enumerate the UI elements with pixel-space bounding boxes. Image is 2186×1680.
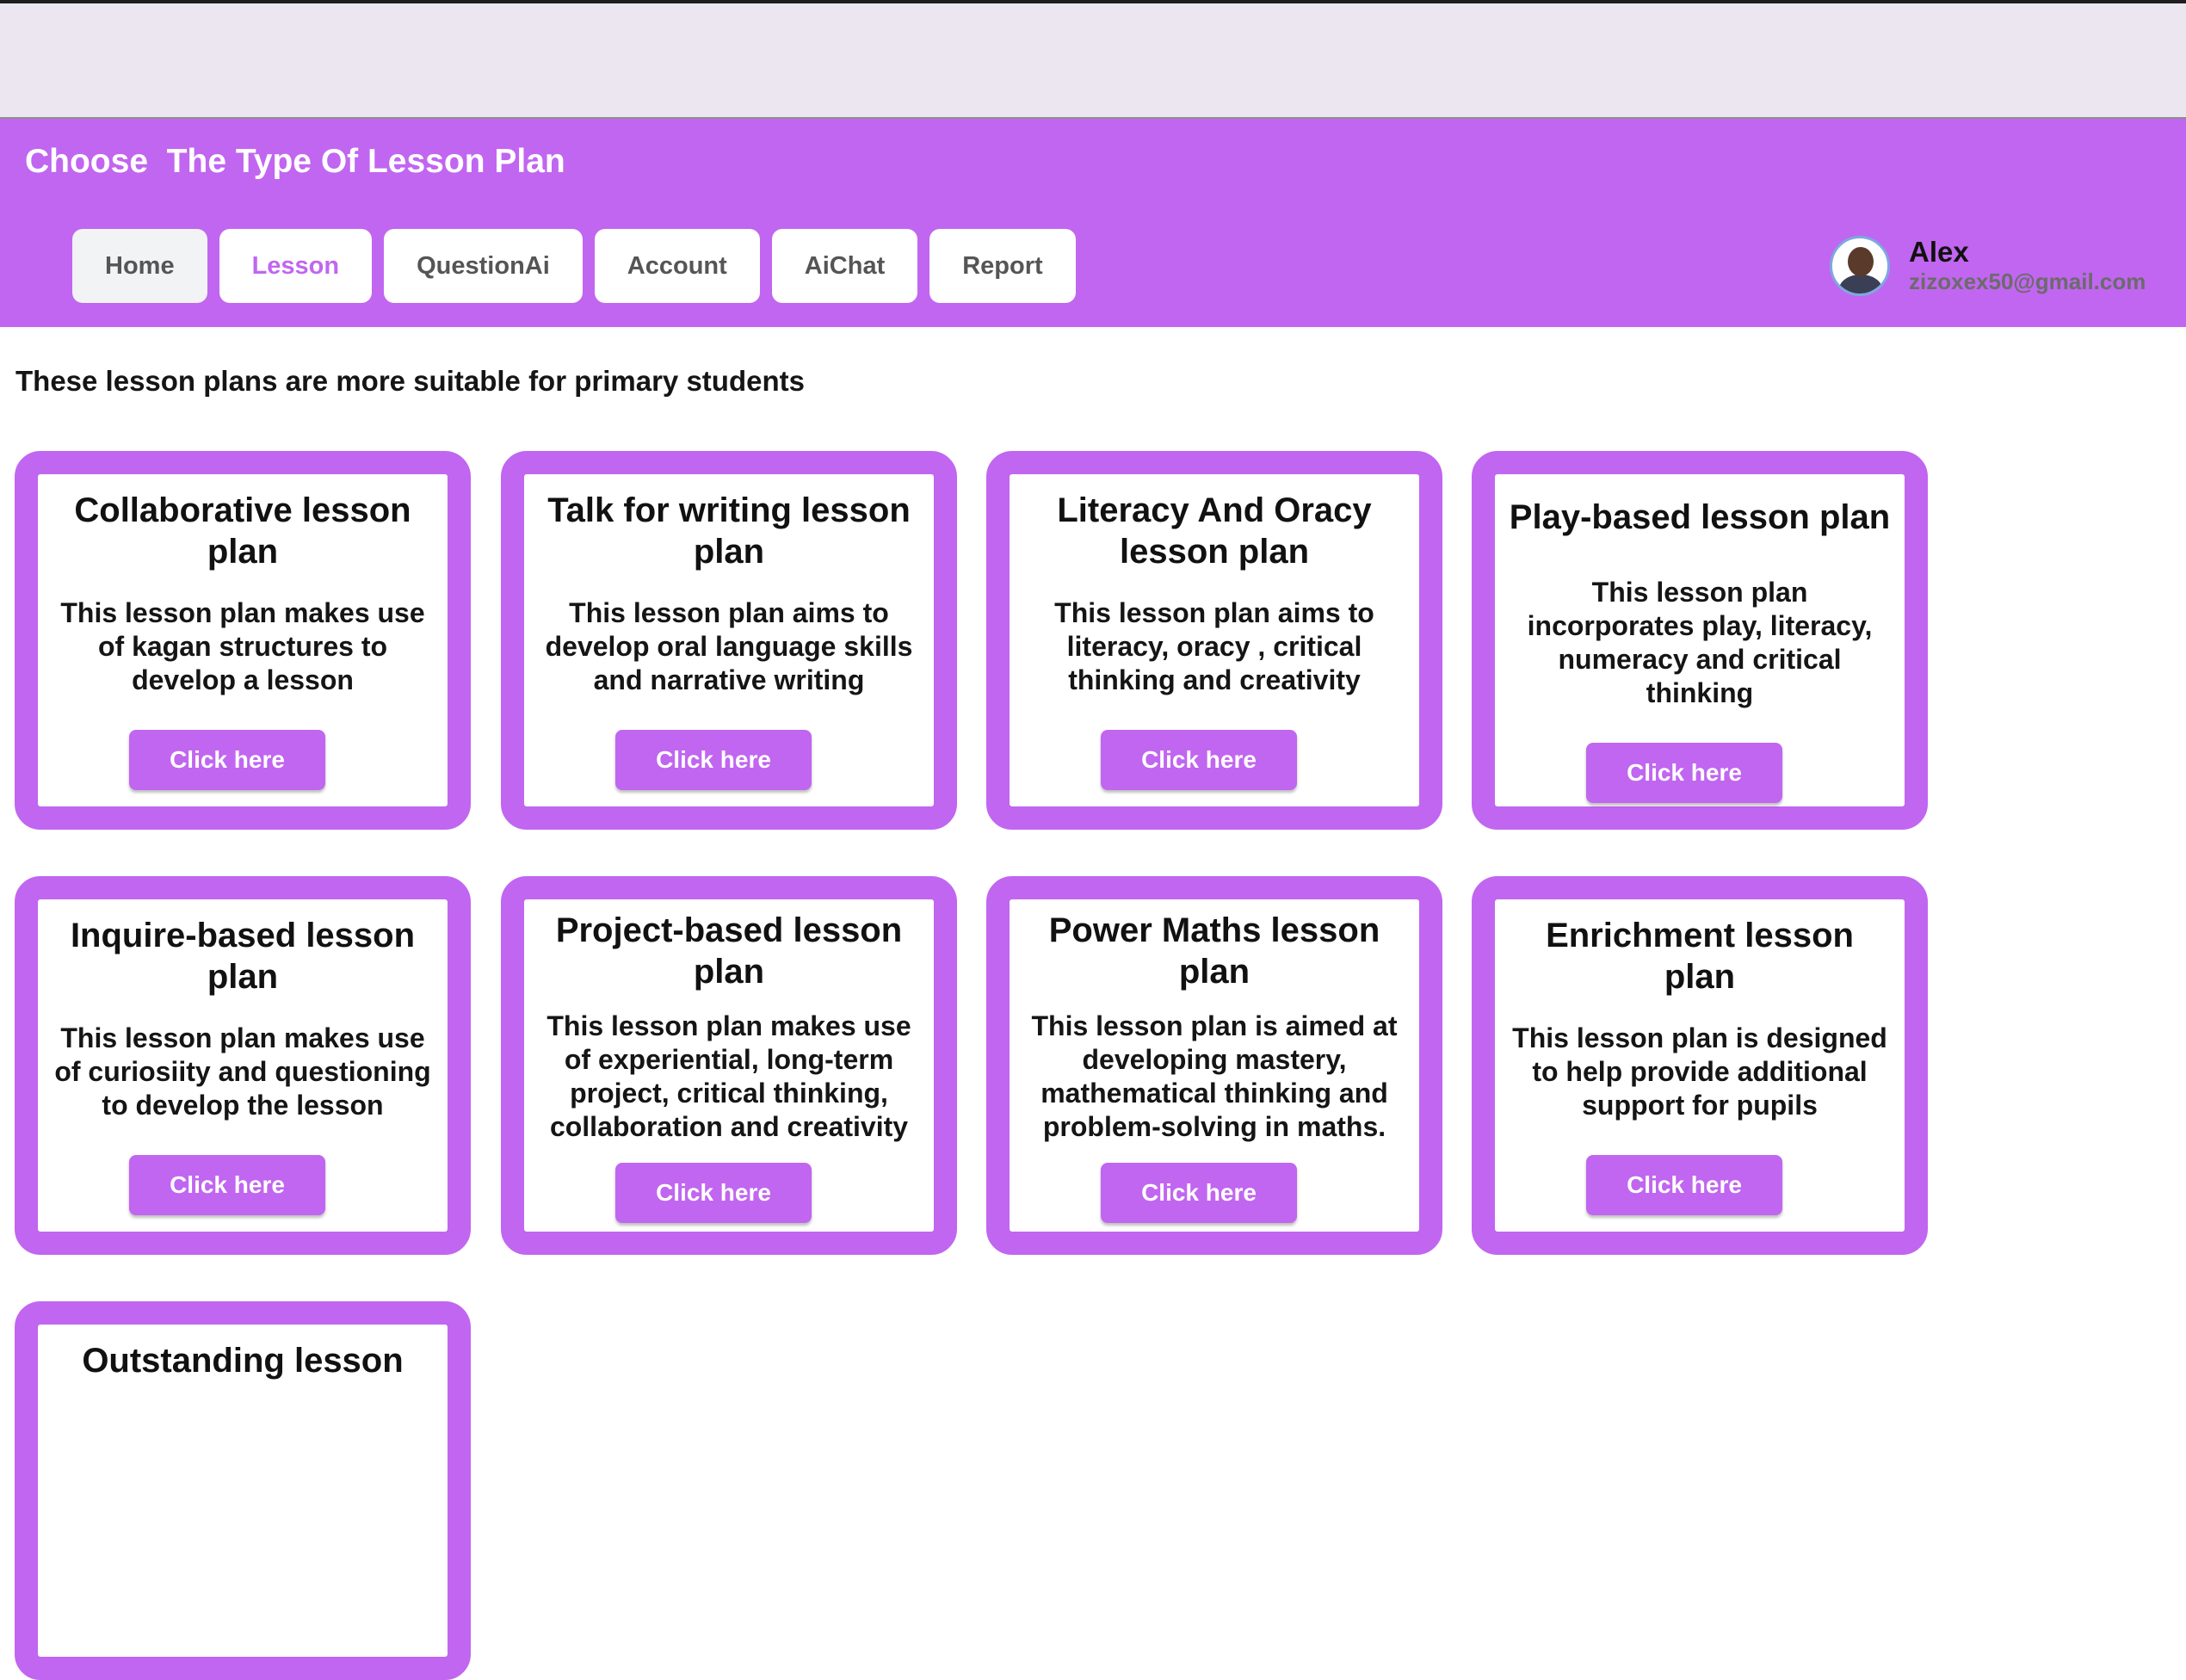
click-here-button[interactable]: Click here: [129, 730, 325, 790]
click-here-button[interactable]: Click here: [1586, 1155, 1782, 1215]
card-title: Talk for writing lesson plan: [547, 491, 911, 571]
card-description: This lesson plan makes use of kagan stru…: [60, 597, 425, 695]
card-description: This lesson plan aims to literacy, oracy…: [1054, 597, 1374, 695]
lesson-card-enrichment: Enrichment lesson plan This lesson plan …: [1472, 876, 1928, 1255]
main-nav: Home Lesson QuestionAi Account AiChat Re…: [72, 229, 1088, 303]
lesson-card-power-maths: Power Maths lesson plan This lesson plan…: [986, 876, 1442, 1255]
lesson-card-play-based: Play-based lesson plan This lesson plan …: [1472, 451, 1928, 830]
nav-questionai-button[interactable]: QuestionAi: [384, 229, 583, 303]
avatar[interactable]: [1830, 236, 1890, 296]
click-here-button[interactable]: Click here: [129, 1155, 325, 1215]
click-here-button[interactable]: Click here: [1101, 1163, 1297, 1223]
card-description: This lesson plan makes use of experienti…: [546, 1010, 911, 1142]
browser-top-bar: [0, 0, 2186, 119]
card-title: Literacy And Oracy lesson plan: [1057, 491, 1372, 571]
nav-aichat-button[interactable]: AiChat: [771, 229, 918, 303]
click-here-button[interactable]: Click here: [1101, 730, 1297, 790]
click-here-button[interactable]: Click here: [615, 1163, 812, 1223]
nav-lesson-button[interactable]: Lesson: [219, 229, 373, 303]
card-description: This lesson plan incorporates play, lite…: [1527, 577, 1873, 708]
lesson-card-project-based: Project-based lesson plan This lesson pl…: [501, 876, 957, 1255]
card-description: This lesson plan is designed to help pro…: [1512, 1022, 1887, 1121]
click-here-button[interactable]: Click here: [615, 730, 812, 790]
user-profile[interactable]: Alex zizoxex50@gmail.com: [1830, 236, 2146, 296]
section-subtitle: These lesson plans are more suitable for…: [15, 365, 805, 397]
nav-report-button[interactable]: Report: [929, 229, 1076, 303]
user-info: Alex zizoxex50@gmail.com: [1909, 237, 2146, 295]
card-title: Collaborative lesson plan: [74, 491, 411, 571]
nav-account-button[interactable]: Account: [594, 229, 760, 303]
click-here-button[interactable]: Click here: [1586, 743, 1782, 803]
lesson-card-inquire-based: Inquire-based lesson plan This lesson pl…: [15, 876, 471, 1255]
lesson-card-collaborative: Collaborative lesson plan This lesson pl…: [15, 451, 471, 830]
card-title: Play-based lesson plan: [1509, 498, 1891, 536]
user-email: zizoxex50@gmail.com: [1909, 269, 2146, 294]
card-title: Project-based lesson plan: [555, 911, 903, 991]
lesson-card-literacy-oracy: Literacy And Oracy lesson plan This less…: [986, 451, 1442, 830]
card-title: Power Maths lesson plan: [1048, 911, 1380, 991]
card-description: This lesson plan makes use of curiosiity…: [54, 1022, 431, 1121]
card-description: This lesson plan aims to develop oral la…: [545, 597, 913, 695]
app-header: Choose The Type Of Lesson Plan Home Less…: [0, 119, 2186, 327]
lesson-card-talk-for-writing: Talk for writing lesson plan This lesson…: [501, 451, 957, 830]
user-name: Alex: [1909, 236, 1969, 268]
card-title: Outstanding lesson: [82, 1342, 404, 1380]
avatar-body: [1839, 275, 1882, 293]
card-title: Enrichment lesson plan: [1546, 917, 1854, 996]
nav-home-button[interactable]: Home: [72, 229, 207, 303]
avatar-face: [1848, 247, 1874, 276]
card-title: Inquire-based lesson plan: [70, 917, 416, 996]
card-description: This lesson plan is aimed at developing …: [1031, 1010, 1398, 1142]
page-title: Choose The Type Of Lesson Plan: [25, 143, 565, 180]
lesson-card-outstanding: Outstanding lesson: [15, 1301, 471, 1680]
